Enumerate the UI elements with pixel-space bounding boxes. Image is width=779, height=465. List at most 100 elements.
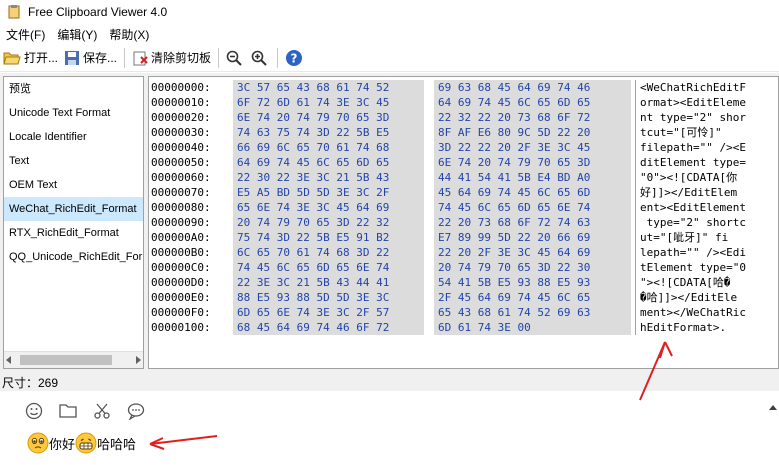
toolbar: 打开... 保存... 清除剪切板 ? [0,44,779,72]
message-text-hello: 你好 [49,436,76,452]
hex-bytes-row: 3C 57 65 43 68 61 74 52 [237,81,390,94]
open-folder-icon [3,52,21,64]
format-item-preview[interactable]: 预览 [4,77,143,101]
ascii-row: ditElement type= [640,156,746,169]
chat-history-button[interactable] [126,401,146,421]
pitiful-emoji-icon [27,432,49,454]
ascii-row: nt type="2" shor [640,111,746,124]
sidebar-horizontal-scrollbar[interactable] [4,351,143,368]
format-item-wechat-richedit[interactable]: WeChat_RichEdit_Format [4,197,143,221]
hex-bytes-row: 74 45 6C 65 6D 65 6E 74 [237,261,390,274]
ascii-row: tcut="[可怜]" [640,126,722,139]
chat-input-area: 你好 哈哈哈 [0,391,779,465]
hex-bytes-row: 22 30 22 3E 3C 21 5B 43 [237,171,390,184]
hex-bytes-row: 64 69 74 45 6C 65 6D 65 [237,156,390,169]
scroll-thumb[interactable] [20,355,112,365]
ascii-column: <WeChatRichEditF ormat><EditEleme nt type=… [635,80,778,335]
menu-edit[interactable]: 编辑(Y) [51,26,103,43]
hex-bytes-row: 68 45 64 69 74 46 6F 72 [237,321,390,334]
chat-message-draft[interactable]: 你好 哈哈哈 [27,432,136,454]
hex-address: 00000040: [151,141,211,154]
message-text-haha: 哈哈哈 [97,436,137,452]
scroll-left-arrow-icon[interactable] [6,356,11,364]
hex-bytes-row: 54 41 5B E5 93 88 E5 93 [438,276,591,289]
window-title: Free Clipboard Viewer 4.0 [28,5,168,19]
ascii-row: tElement type="0 [640,261,746,274]
toolbar-separator [124,47,126,68]
hex-viewer[interactable]: 00000000: 00000010: 00000020: 00000030: 0000… [148,76,779,369]
app-icon [6,4,22,20]
hex-address: 00000090: [151,216,211,229]
hex-bytes-left: 3C 57 65 43 68 61 74 52 6F 72 6D 61 74 3E… [233,80,424,335]
hex-address: 000000D0: [151,276,211,289]
hex-bytes-row: 6F 72 6D 61 74 3E 3C 45 [237,96,390,109]
hex-address: 00000050: [151,156,211,169]
format-item-locale-identifier[interactable]: Locale Identifier [4,125,143,149]
save-disk-icon [65,50,80,65]
toolbar-separator [218,47,220,68]
title-bar: Free Clipboard Viewer 4.0 [0,0,779,24]
hex-address: 000000C0: [151,261,211,274]
hex-bytes-row: 20 74 79 70 65 3D 22 30 [438,261,591,274]
hex-column-gap [424,77,434,368]
hex-bytes-row: 6D 65 6E 74 3E 3C 2F 57 [237,306,390,319]
address-column: 00000000: 00000010: 00000020: 00000030: 0000… [151,80,233,335]
zoom-out-button[interactable] [223,46,248,70]
ascii-row: 好]]></EditElem [640,186,738,199]
hex-bytes-row: 44 41 54 41 5B E4 BD A0 [438,171,591,184]
hex-bytes-row: 6E 74 20 74 79 70 65 3D [438,156,591,169]
main-area: 预览 Unicode Text Format Locale Identifier… [0,73,779,373]
hex-bytes-row: 3D 22 22 20 2F 3E 3C 45 [438,141,591,154]
zoom-out-icon [226,50,242,66]
hex-bytes-row: 8F AF E6 80 9C 5D 22 20 [438,126,591,139]
toolbar-separator [277,47,279,68]
format-item-unicode-text[interactable]: Unicode Text Format [4,101,143,125]
hex-address: 00000070: [151,186,211,199]
clear-clipboard-icon [133,51,148,65]
help-button[interactable]: ? [282,46,309,70]
hex-bytes-row: 65 6E 74 3E 3C 45 64 69 [237,201,390,214]
hex-address: 00000080: [151,201,211,214]
ascii-row: "0"><![CDATA[你 [640,171,738,184]
hex-address: 00000060: [151,171,211,184]
hex-bytes-row: 66 69 6C 65 70 61 74 68 [237,141,390,154]
format-list[interactable]: 预览 Unicode Text Format Locale Identifier… [3,76,144,369]
hex-bytes-row: 74 45 6C 65 6D 65 6E 74 [438,201,591,214]
screenshot-button[interactable] [92,401,112,421]
clear-clipboard-button[interactable]: 清除剪切板 [129,46,214,70]
ascii-row: <WeChatRichEditF [640,81,746,94]
ascii-row: ent><EditElement [640,201,746,214]
zoom-in-button[interactable] [248,46,273,70]
hex-bytes-row: 22 20 2F 3E 3C 45 64 69 [438,246,591,259]
ascii-row: lepath="" /><Edi [640,246,746,259]
help-icon: ? [286,49,303,66]
format-item-rtx-richedit[interactable]: RTX_RichEdit_Format [4,221,143,245]
scissors-icon [94,403,110,419]
hex-address: 00000020: [151,111,211,124]
format-item-oem-text[interactable]: OEM Text [4,173,143,197]
grin-emoji-icon [75,432,97,454]
ascii-row: ment></WeChatRic [640,306,746,319]
save-button[interactable]: 保存... [61,46,120,70]
ascii-row: �哈]]></EditEle [640,291,738,304]
scroll-up-arrow-icon[interactable] [769,405,777,410]
clear-label: 清除剪切板 [151,51,212,65]
smiley-icon [25,402,43,420]
format-item-text[interactable]: Text [4,149,143,173]
ascii-row: "><![CDATA[哈� [640,276,731,289]
hex-bytes-row: E7 89 99 5D 22 20 66 69 [438,231,591,244]
open-button[interactable]: 打开... [0,46,61,70]
scroll-right-arrow-icon[interactable] [136,356,141,364]
format-item-qq-unicode-richedit[interactable]: QQ_Unicode_RichEdit_Format [4,245,143,269]
menu-file[interactable]: 文件(F) [0,26,51,43]
hex-address: 00000010: [151,96,211,109]
send-file-button[interactable] [58,401,78,421]
hex-address: 00000000: [151,81,211,94]
emoji-button[interactable] [24,401,44,421]
hex-bytes-row: 88 E5 93 88 5D 5D 3E 3C [237,291,390,304]
svg-text:?: ? [291,51,298,65]
chat-bubble-icon [127,403,145,420]
menu-help[interactable]: 帮助(X) [103,26,155,43]
ascii-row: hEditFormat>. [640,321,727,334]
hex-bytes-row: 64 69 74 45 6C 65 6D 65 [438,96,591,109]
